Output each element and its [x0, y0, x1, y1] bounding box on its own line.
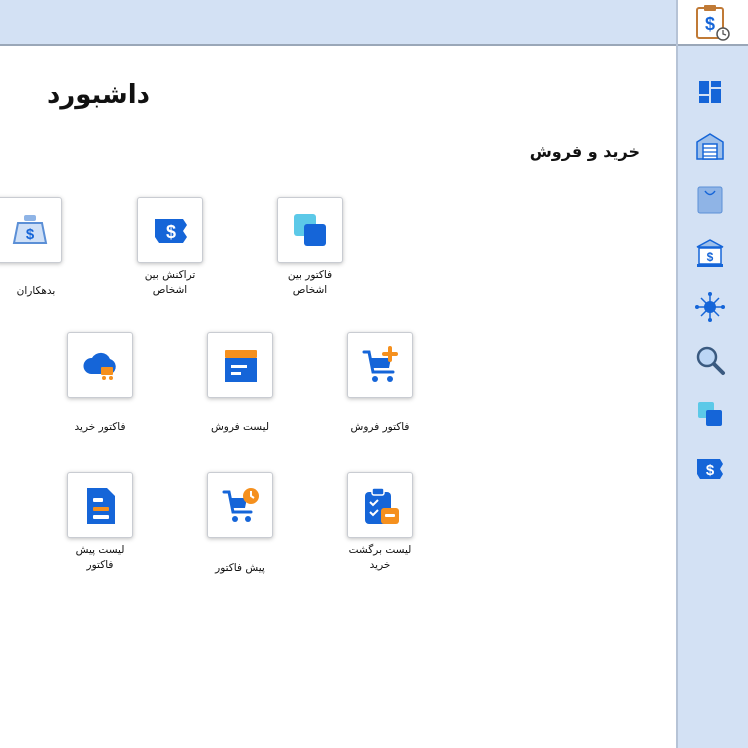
sidebar-item-person-invoice[interactable] [694, 398, 726, 430]
top-bar [0, 0, 676, 46]
tile-label: لیست برگشت خرید [348, 544, 412, 571]
dashboard-icon [699, 81, 721, 103]
sidebar-item-network[interactable] [694, 291, 726, 323]
sidebar-item-person-transaction[interactable]: $ [694, 452, 726, 484]
tile-label: فاکتور بین اشخاص [287, 269, 333, 296]
svg-text:$: $ [26, 226, 35, 243]
svg-text:$: $ [707, 250, 714, 264]
svg-text:$: $ [705, 14, 715, 34]
sidebar: $ $ $ [676, 0, 748, 748]
tile-label: تراکنش بین اشخاص [144, 269, 196, 296]
tile-label: فاکتور فروش [350, 421, 410, 433]
tile-debtors[interactable]: $ [0, 197, 62, 263]
svg-text:$: $ [166, 222, 176, 242]
overlap-squares-icon [294, 214, 326, 246]
cart-clock-icon [222, 488, 259, 522]
cart-plus-icon [362, 346, 398, 382]
archive-box-icon [225, 350, 257, 382]
sidebar-item-shopping[interactable] [694, 183, 726, 215]
tile-sales-list[interactable] [207, 332, 273, 398]
sidebar-item-bank[interactable]: $ [694, 237, 726, 269]
tile-label: لیست فروش [210, 421, 270, 433]
warehouse-icon [696, 133, 724, 160]
sidebar-item-search[interactable] [694, 344, 726, 376]
bank-icon: $ [696, 239, 724, 267]
sidebar-item-warehouse[interactable] [694, 130, 726, 162]
tile-label: پیش فاکتور [215, 562, 265, 574]
clipboard-return-icon [365, 487, 399, 524]
app-logo[interactable]: $ [678, 0, 748, 46]
tile-purchase-return-list[interactable] [347, 472, 413, 538]
tile-proforma-invoice[interactable] [207, 472, 273, 538]
dollar-tag-icon: $ [697, 459, 723, 479]
tile-label: فاکتور خرید [74, 421, 126, 433]
overlap-squares-icon [698, 402, 722, 426]
cloud-cart-icon [83, 352, 116, 380]
tile-label: لیست پیش فاکتور [75, 544, 125, 571]
dollar-tag-icon: $ [155, 219, 187, 243]
invoice-clock-icon: $ [696, 5, 730, 41]
document-list-icon [87, 488, 115, 524]
tile-person-invoice[interactable] [277, 197, 343, 263]
page-title: داشبورد [46, 80, 150, 110]
tile-purchase-invoice[interactable] [67, 332, 133, 398]
svg-text:$: $ [706, 462, 715, 479]
search-icon [696, 346, 725, 375]
tile-sales-invoice[interactable] [347, 332, 413, 398]
shopping-bag-icon [697, 186, 723, 214]
money-bag-icon: $ [12, 215, 48, 244]
tile-person-transaction[interactable]: $ [137, 197, 203, 263]
sidebar-item-dashboard[interactable] [694, 76, 726, 108]
network-icon [695, 292, 725, 322]
section-title: خرید و فروش [529, 142, 640, 161]
tile-proforma-list[interactable] [67, 472, 133, 538]
tile-label: بدهکاران [16, 285, 56, 297]
